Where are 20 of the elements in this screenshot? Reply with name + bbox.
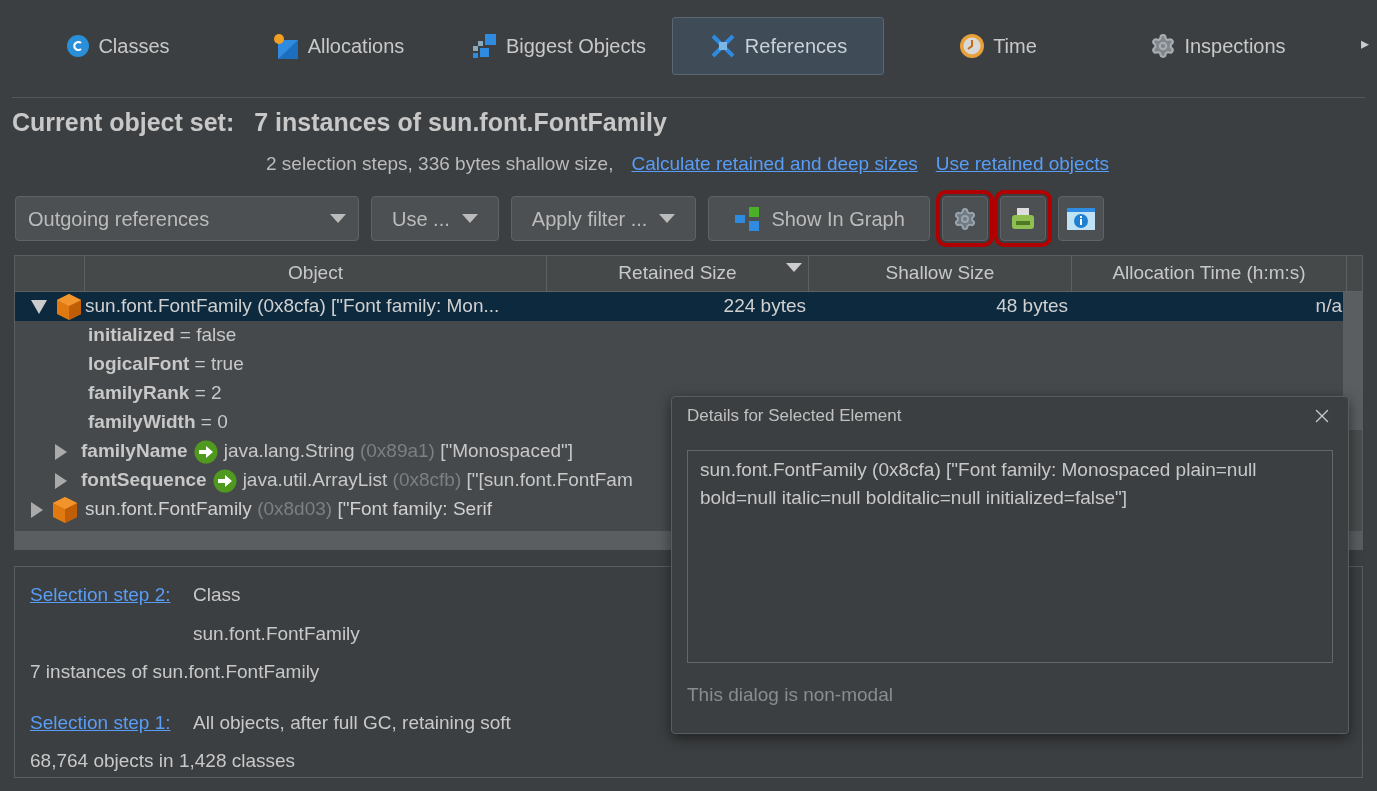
dialog-note: This dialog is non-modal (687, 683, 894, 707)
field-label: logicalFont = true (88, 352, 244, 377)
object-set-value: 7 instances of sun.font.FontFamily (254, 107, 667, 138)
step-detail: Class (193, 583, 242, 607)
table-cell-text: n/a (1314, 294, 1342, 319)
object-set-label: Current object set: (12, 107, 235, 138)
summary-text: 2 selection steps, 336 bytes shallow size, (266, 151, 614, 176)
dialog-title: Details for Selected Element (687, 405, 902, 428)
field-name: familyName (81, 439, 188, 464)
step-summary: 68,764 objects in 1,428 classes (30, 749, 297, 773)
step-detail: sun.font.FontFamily (193, 621, 361, 646)
table-cell-text: 48 bytes (995, 294, 1068, 319)
object-label: sun.font.FontFamily (0x8cfa) ["Font family: Mon... (85, 294, 501, 319)
field-label: initialized = false (88, 323, 237, 348)
table-cell-text: 224 bytes (722, 294, 806, 319)
step-summary: 7 instances of sun.font.FontFamily (30, 660, 321, 684)
field-label: familyWidth = 0 (88, 410, 228, 435)
field-label: familyRank = 2 (88, 381, 222, 406)
field-name: fontSequence (81, 468, 207, 493)
step-detail: All objects, after full GC, retaining soft (193, 710, 512, 735)
